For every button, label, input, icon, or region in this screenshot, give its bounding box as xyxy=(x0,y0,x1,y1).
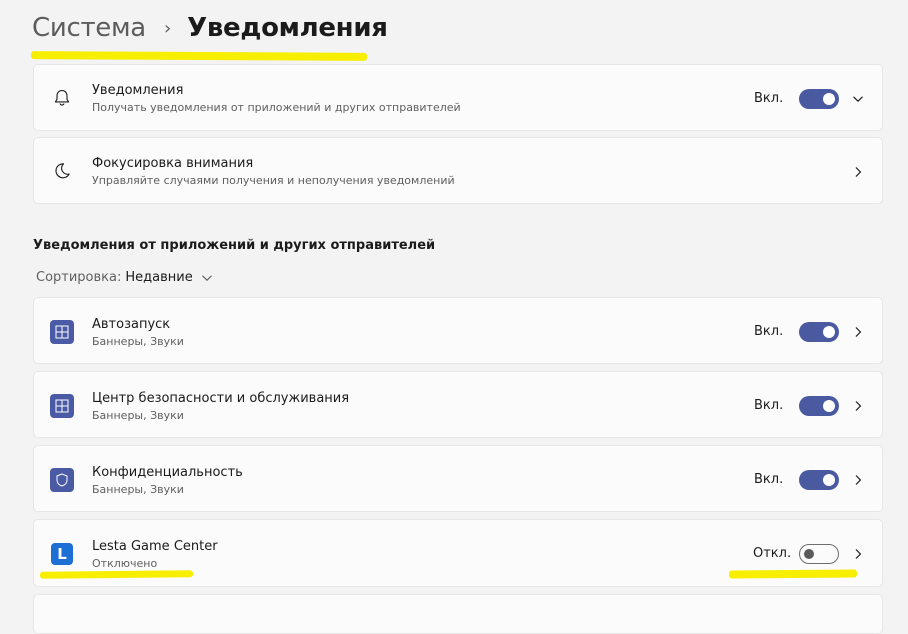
chevron-down-icon xyxy=(201,272,213,284)
chevron-right-icon[interactable] xyxy=(852,166,864,178)
app-name: Центр безопасности и обслуживания xyxy=(92,391,350,406)
page-title: Уведомления xyxy=(187,13,388,43)
app-subtitle: Баннеры, Звуки xyxy=(92,409,184,422)
breadcrumb-parent-sistema[interactable]: Система xyxy=(32,13,146,43)
focus-assist-subtitle: Управляйте случаями получения и неполуче… xyxy=(92,174,455,187)
app-card-privacy[interactable]: Конфиденциальность Баннеры, Звуки Вкл. xyxy=(33,445,883,512)
sort-label: Сортировка: xyxy=(36,270,122,285)
chevron-right-icon[interactable] xyxy=(852,474,864,486)
breadcrumb-separator-icon: › xyxy=(163,17,172,39)
sort-value[interactable]: Недавние xyxy=(125,270,192,285)
breadcrumb: Система › Уведомления xyxy=(32,10,388,46)
lesta-logo-icon: L xyxy=(50,542,74,566)
app-toggle-lesta-game-center[interactable] xyxy=(799,544,839,564)
notifications-card[interactable]: Уведомления Получать уведомления от прил… xyxy=(33,64,883,131)
apps-section-title: Уведомления от приложений и других отпра… xyxy=(33,238,436,253)
chevron-right-icon[interactable] xyxy=(852,400,864,412)
app-state-label: Вкл. xyxy=(754,472,784,487)
app-state-label: Вкл. xyxy=(754,324,784,339)
app-grid-icon xyxy=(50,320,74,344)
chevron-down-icon[interactable] xyxy=(852,93,864,105)
highlight-mark-lesta-toggle xyxy=(728,569,858,579)
chevron-right-icon[interactable] xyxy=(852,548,864,560)
notifications-title: Уведомления xyxy=(92,83,184,98)
moon-icon xyxy=(50,159,74,183)
app-name: Конфиденциальность xyxy=(92,465,243,480)
app-name: Автозапуск xyxy=(92,317,171,332)
bell-icon xyxy=(50,86,74,110)
app-card-partial[interactable] xyxy=(33,594,883,634)
app-state-label: Откл. xyxy=(753,546,792,561)
focus-assist-card[interactable]: Фокусировка внимания Управляйте случаями… xyxy=(33,137,883,204)
notifications-subtitle: Получать уведомления от приложений и дру… xyxy=(92,101,461,114)
sort-dropdown[interactable]: Сортировка: Недавние xyxy=(36,270,213,285)
app-card-security-center[interactable]: Центр безопасности и обслуживания Баннер… xyxy=(33,371,883,438)
notifications-state-label: Вкл. xyxy=(754,91,784,106)
focus-assist-title: Фокусировка внимания xyxy=(92,156,254,171)
app-toggle-autorun[interactable] xyxy=(799,322,839,342)
shield-icon xyxy=(50,468,74,492)
notifications-toggle[interactable] xyxy=(799,89,839,109)
app-name: Lesta Game Center xyxy=(92,539,218,554)
app-toggle-privacy[interactable] xyxy=(799,470,839,490)
app-subtitle: Баннеры, Звуки xyxy=(92,335,184,348)
app-subtitle: Баннеры, Звуки xyxy=(92,483,184,496)
app-card-autorun[interactable]: Автозапуск Баннеры, Звуки Вкл. xyxy=(33,297,883,364)
app-state-label: Вкл. xyxy=(754,398,784,413)
app-toggle-security-center[interactable] xyxy=(799,396,839,416)
app-grid-icon xyxy=(50,394,74,418)
highlight-mark-title xyxy=(30,51,368,61)
chevron-right-icon[interactable] xyxy=(852,326,864,338)
